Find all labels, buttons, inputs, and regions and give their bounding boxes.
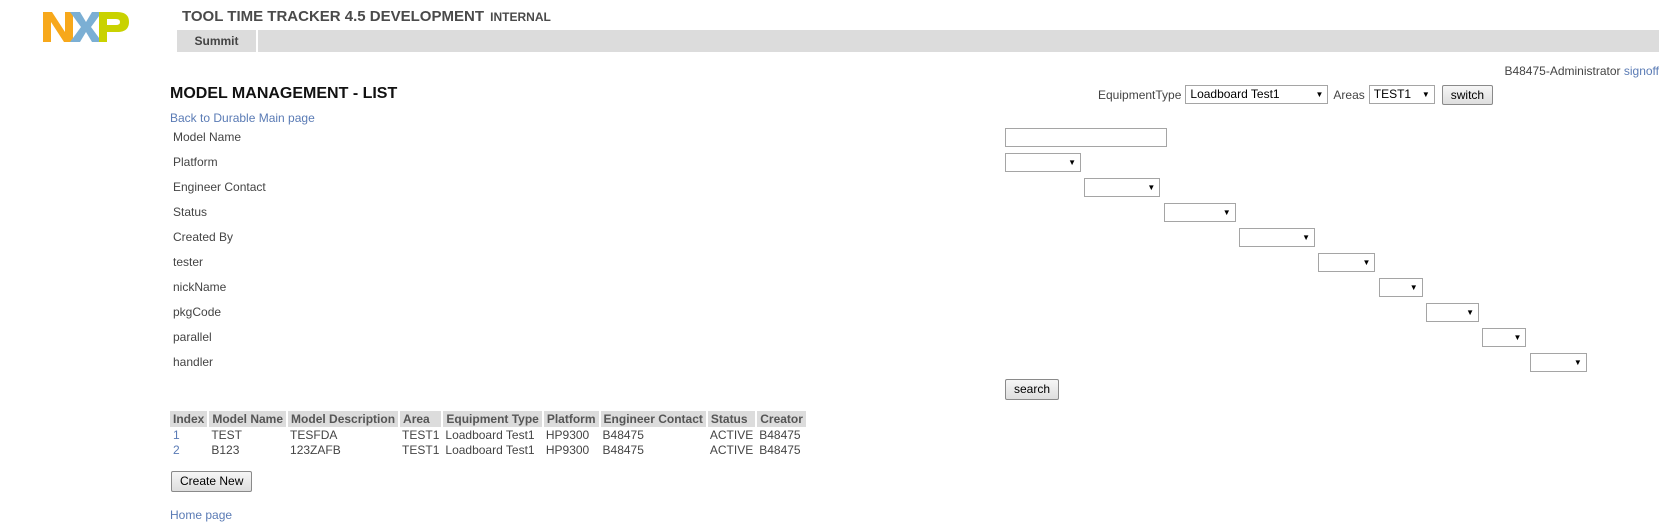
page-title: MODEL MANAGEMENT - LIST [170, 85, 398, 102]
column-header-index: Index [170, 411, 210, 427]
areas-select[interactable]: TEST1 ▼ [1368, 85, 1435, 104]
app-title-subtitle: INTERNAL [490, 10, 551, 24]
table-cell: Loadboard Test1 [445, 442, 535, 457]
created-by-label: Created By [173, 230, 234, 244]
row-index-link[interactable]: 2 [173, 443, 180, 457]
nickname-select[interactable]: ▼ [1378, 278, 1423, 297]
table-cell: TEST1 [402, 427, 440, 442]
tester-select[interactable]: ▼ [1318, 253, 1376, 272]
pkgcode-label: pkgCode [173, 305, 222, 319]
table-cell: B48475 [759, 427, 801, 442]
row-index-link[interactable]: 1 [173, 428, 180, 442]
back-to-durable-main-link[interactable]: Back to Durable Main page [170, 111, 315, 125]
table-row: 1 TEST TESFDA TEST1 Loadboard Test1 HP93… [170, 427, 807, 442]
chevron-down-icon: ▼ [1222, 208, 1231, 217]
areas-label: Areas [1333, 87, 1365, 102]
table-cell-index: 2 [170, 442, 208, 457]
chevron-down-icon: ▼ [1362, 258, 1371, 267]
table-cell: HP9300 [545, 427, 590, 442]
pkgcode-select[interactable]: ▼ [1426, 303, 1480, 322]
table-cell-index: 1 [170, 427, 208, 442]
home-page-link[interactable]: Home page [170, 508, 232, 522]
column-header-engineer-contact: Engineer Contact [599, 411, 708, 427]
table-cell: TEST1 [402, 442, 440, 457]
nav-bar: Summit [177, 30, 1659, 52]
chevron-down-icon: ▼ [1573, 358, 1582, 367]
column-header-area: Area [399, 411, 444, 427]
search-button[interactable]: search [1005, 379, 1060, 400]
table-header-row: Index Model Name Model Description Area … [170, 411, 808, 427]
model-name-input[interactable] [1005, 128, 1167, 147]
nxp-logo [43, 10, 129, 44]
engineer-contact-label: Engineer Contact [173, 180, 266, 194]
chevron-down-icon: ▼ [1513, 333, 1522, 342]
status-select[interactable]: ▼ [1163, 203, 1236, 222]
chevron-down-icon: ▼ [1466, 308, 1475, 317]
status-label: Status [173, 205, 208, 219]
table-cell: HP9300 [545, 442, 590, 457]
user-name: B48475-Administrator [1504, 64, 1621, 78]
table-cell: 123ZAFB [290, 442, 341, 457]
tester-label: tester [173, 255, 204, 269]
equipment-type-label: EquipmentType [1098, 87, 1182, 102]
chevron-down-icon: ▼ [1302, 233, 1311, 242]
table-cell: B48475 [602, 442, 644, 457]
app-title-main: TOOL TIME TRACKER 4.5 DEVELOPMENT [182, 8, 484, 25]
equipment-type-select[interactable]: Loadboard Test1 ▼ [1185, 85, 1329, 104]
switch-button[interactable]: switch [1441, 84, 1494, 105]
column-header-model-description: Model Description [287, 411, 401, 427]
column-header-platform: Platform [542, 411, 601, 427]
created-by-select[interactable]: ▼ [1239, 228, 1316, 247]
parallel-select[interactable]: ▼ [1482, 328, 1527, 347]
app-title: TOOL TIME TRACKER 4.5 DEVELOPMENT INTERN… [182, 8, 551, 25]
column-header-model-name: Model Name [208, 411, 289, 427]
nickname-label: nickName [173, 280, 227, 294]
tab-summit[interactable]: Summit [177, 30, 258, 52]
table-cell: ACTIVE [709, 427, 754, 442]
user-area: B48475-Administrator signoff [1504, 64, 1659, 78]
chevron-down-icon: ▼ [1421, 90, 1430, 99]
chevron-down-icon: ▼ [1409, 283, 1418, 292]
table-cell: B123 [211, 442, 240, 457]
chevron-down-icon: ▼ [1147, 183, 1156, 192]
column-header-creator: Creator [756, 411, 808, 427]
platform-label: Platform [173, 155, 218, 169]
signoff-link[interactable]: signoff [1624, 64, 1659, 78]
table-row: 2 B123 123ZAFB TEST1 Loadboard Test1 HP9… [170, 442, 807, 457]
column-header-equipment-type: Equipment Type [442, 411, 544, 427]
parallel-label: parallel [173, 330, 212, 344]
handler-label: handler [173, 355, 214, 369]
handler-select[interactable]: ▼ [1529, 353, 1587, 372]
engineer-contact-select[interactable]: ▼ [1084, 178, 1161, 197]
table-cell: TEST [211, 427, 243, 442]
table-cell: B48475 [759, 442, 801, 457]
results-table: Index Model Name Model Description Area … [170, 411, 808, 457]
chevron-down-icon: ▼ [1315, 90, 1324, 99]
chevron-down-icon: ▼ [1068, 158, 1076, 167]
model-name-label: Model Name [173, 130, 242, 144]
table-cell: Loadboard Test1 [445, 427, 535, 442]
create-new-button[interactable]: Create New [171, 471, 253, 492]
areas-value: TEST1 [1373, 87, 1412, 101]
table-cell: B48475 [602, 427, 644, 442]
table-cell: ACTIVE [709, 442, 754, 457]
column-header-status: Status [706, 411, 758, 427]
equipment-bar: EquipmentType Loadboard Test1 ▼ Areas TE… [1098, 84, 1494, 105]
table-cell: TESFDA [290, 427, 338, 442]
platform-select[interactable]: ▼ [1005, 153, 1081, 172]
equipment-type-value: Loadboard Test1 [1190, 87, 1280, 101]
